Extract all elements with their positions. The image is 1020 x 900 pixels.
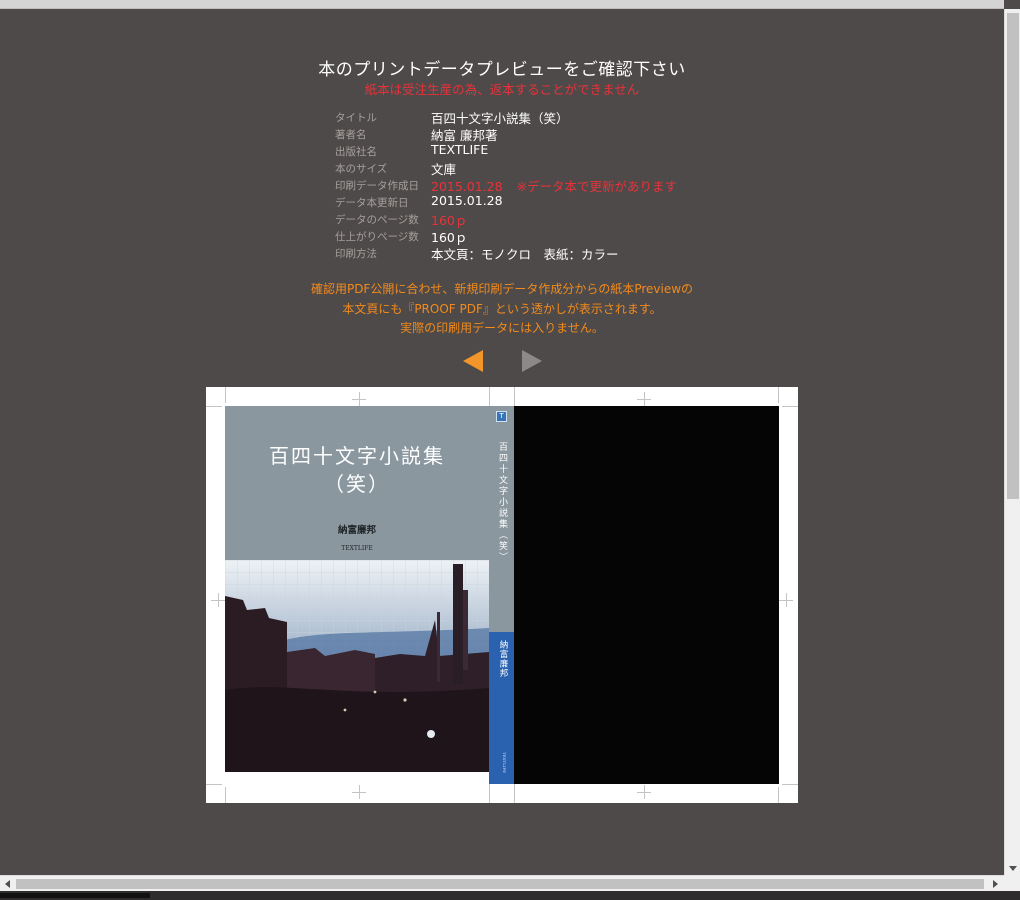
triangle-right-icon[interactable]	[520, 350, 542, 372]
scroll-down-icon[interactable]	[1009, 866, 1017, 871]
page-title: 本のプリントデータプレビューをご確認下さい	[318, 60, 686, 80]
crop-mark	[225, 387, 226, 403]
scroll-right-icon[interactable]	[993, 880, 998, 888]
scroll-left-icon[interactable]	[5, 880, 10, 888]
register-mark	[786, 593, 787, 607]
publisher-badge-icon: T	[496, 411, 507, 422]
vertical-scroll-thumb[interactable]	[1007, 13, 1019, 499]
cover-preview: 百四十文字小説集 （笑） 納富廉邦 TEXTLIFE T 百四十文字小説集（笑）…	[206, 387, 798, 803]
register-mark	[644, 392, 645, 406]
crop-mark	[778, 387, 779, 403]
cover-illustration	[225, 560, 489, 772]
crop-mark	[225, 787, 226, 803]
register-mark	[359, 785, 360, 799]
spine-lower-band: 納富廉邦 TEXTLIFE	[489, 632, 514, 784]
crop-mark	[778, 787, 779, 803]
cover-title: 百四十文字小説集 （笑）	[225, 442, 489, 498]
horizontal-scrollbar[interactable]	[0, 875, 1004, 891]
info-label: 印刷方法	[335, 248, 377, 260]
crop-mark	[782, 406, 798, 407]
taskbar-strip	[0, 891, 1020, 900]
return-warning: 紙本は受注生産の為、返本することができません	[364, 82, 640, 97]
crop-mark	[782, 784, 798, 785]
spine-publisher: TEXTLIFE	[502, 752, 507, 774]
info-value: 本文頁：モノクロ 表紙：カラー	[431, 247, 619, 262]
register-mark	[644, 785, 645, 799]
info-value: TEXTLIFE	[431, 142, 489, 157]
info-label: 印刷データ作成日	[335, 180, 419, 192]
info-label: 本のサイズ	[335, 163, 388, 175]
update-note: ※データ本で更新があります	[516, 179, 678, 194]
proof-notice: 確認用PDF公開に合わせ、新規印刷データ作成分からの紙本Previewの 本文頁…	[0, 280, 1004, 339]
cover-author: 納富廉邦	[337, 525, 376, 536]
scroll-corner	[1004, 875, 1020, 891]
spine-author: 納富廉邦	[498, 640, 508, 678]
browser-top-bar	[0, 0, 1004, 9]
taskbar-block	[0, 893, 150, 898]
front-cover: 百四十文字小説集 （笑） 納富廉邦 TEXTLIFE	[225, 406, 489, 772]
info-label: 出版社名	[335, 146, 377, 158]
info-value: 2015.01.28	[431, 193, 503, 208]
register-mark	[359, 392, 360, 406]
info-label: データ本更新日	[335, 197, 409, 209]
cover-title-line: （笑）	[324, 472, 390, 496]
spine-title: 百四十文字小説集（笑）	[497, 442, 507, 563]
info-label: データのページ数	[335, 214, 419, 226]
crop-mark	[206, 784, 222, 785]
info-label: 仕上がりページ数	[335, 231, 419, 243]
city-watercolor-image	[225, 560, 489, 772]
back-cover	[514, 406, 779, 784]
info-value: 2015.01.28	[431, 179, 503, 194]
register-mark	[218, 593, 219, 607]
book-spine: T 百四十文字小説集（笑） 納富廉邦 TEXTLIFE	[489, 406, 514, 784]
horizontal-scroll-thumb[interactable]	[16, 879, 984, 889]
info-label: 著者名	[335, 129, 367, 141]
crop-mark	[206, 406, 222, 407]
notice-line: 本文頁にも『PROOF PDF』という透かしが表示されます。	[342, 301, 662, 316]
info-label: タイトル	[335, 112, 377, 124]
notice-line: 実際の印刷用データには入りません。	[400, 321, 604, 335]
cover-publisher: TEXTLIFE	[341, 545, 373, 552]
cover-title-line: 百四十文字小説集	[269, 444, 445, 468]
vertical-scrollbar[interactable]	[1004, 9, 1020, 875]
triangle-left-icon[interactable]	[463, 350, 485, 372]
notice-line: 確認用PDF公開に合わせ、新規印刷データ作成分からの紙本Previewの	[310, 282, 694, 296]
